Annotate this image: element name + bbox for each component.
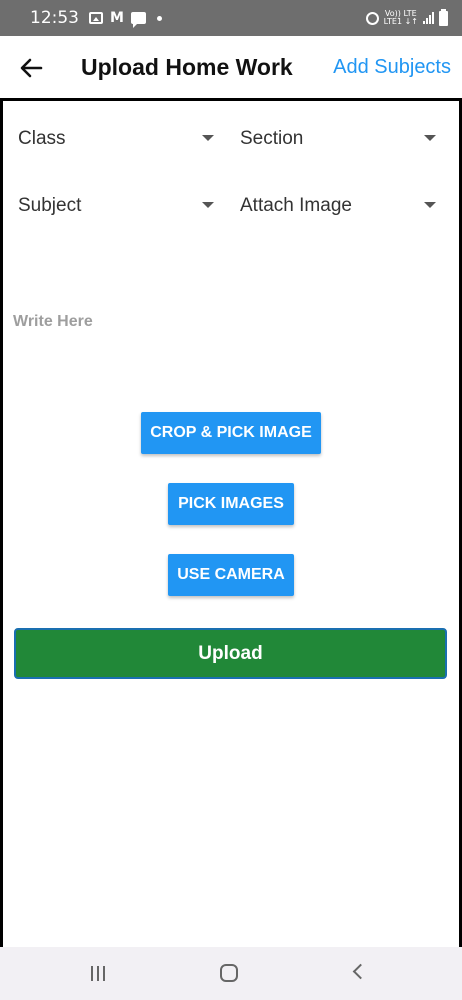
notification-icons: M [89,10,162,28]
status-time: 12:53 [30,8,79,28]
dropdown-arrow-icon [202,202,214,208]
back-arrow-icon[interactable] [18,54,46,82]
system-icons: Vo)) LTE LTE1 ↓↑ [365,8,448,26]
homework-text-input[interactable] [13,307,443,337]
dropdown-arrow-icon [424,135,436,141]
nav-back-icon[interactable] [352,963,369,980]
pick-images-button[interactable]: PICK IMAGES [168,483,294,525]
class-dropdown[interactable]: Class [18,117,214,161]
message-notification-icon [130,12,146,28]
recents-icon[interactable] [91,966,105,981]
add-subjects-button[interactable]: Add Subjects [333,56,451,79]
more-notifications-icon [156,15,162,21]
subject-dropdown-label: Subject [18,195,82,216]
page-title: Upload Home Work [81,54,293,80]
upload-button[interactable]: Upload [14,628,447,679]
dropdown-arrow-icon [202,135,214,141]
dropdown-arrow-icon [424,202,436,208]
subject-dropdown[interactable]: Subject [18,184,214,228]
attach-image-dropdown-label: Attach Image [240,195,352,216]
use-camera-button[interactable]: USE CAMERA [168,554,294,596]
homework-form: Class Section Subject Attach Image CROP … [0,98,462,950]
section-dropdown[interactable]: Section [240,117,436,161]
attach-image-dropdown[interactable]: Attach Image [240,184,436,228]
home-icon[interactable] [220,964,238,982]
volte-line-2: LTE1 ↓↑ [383,17,418,26]
class-dropdown-label: Class [18,128,66,149]
signal-icon [423,12,434,24]
system-nav-bar [0,947,462,1000]
battery-icon [439,8,448,26]
crop-pick-image-button[interactable]: CROP & PICK IMAGE [141,412,321,454]
status-bar: 12:53 M Vo)) LTE LTE1 ↓↑ [0,0,462,36]
app-bar: Upload Home Work Add Subjects [0,36,462,100]
section-dropdown-label: Section [240,128,304,149]
gmail-notification-icon: M [110,10,124,26]
gallery-notification-icon [89,12,103,24]
alarm-icon [365,11,379,25]
volte-indicator: Vo)) LTE LTE1 ↓↑ [384,10,418,26]
